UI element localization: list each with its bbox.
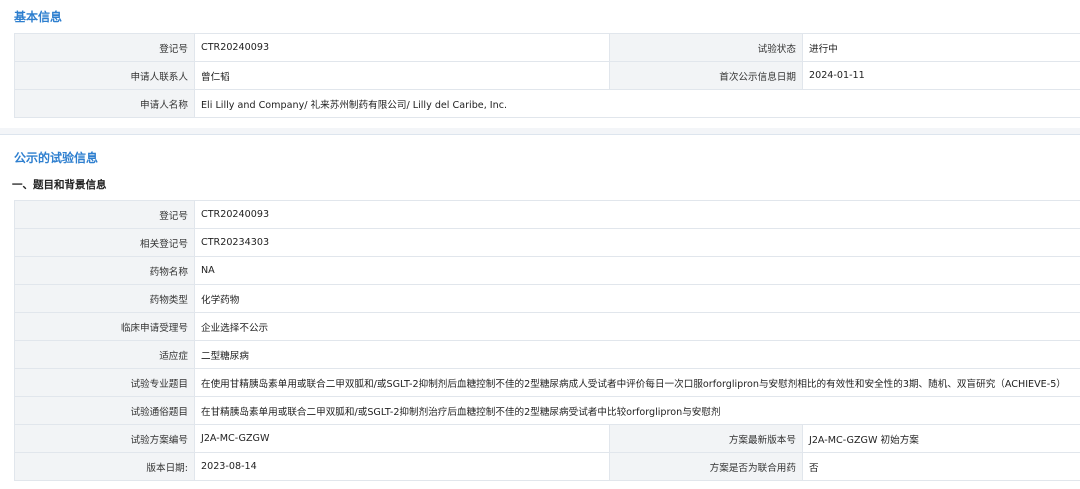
- field-label: 申请人名称: [14, 89, 195, 118]
- table-row: 版本日期: 2023-08-14 方案是否为联合用药 否: [14, 452, 1080, 481]
- field-value: 2023-08-14: [194, 452, 610, 481]
- field-value: 曾仁韬: [194, 61, 610, 90]
- field-label: 相关登记号: [14, 228, 195, 257]
- field-label: 试验通俗题目: [14, 396, 195, 425]
- section-subtitle: 一、题目和背景信息: [12, 179, 107, 191]
- field-value: 在使用甘精胰岛素单用或联合二甲双胍和/或SGLT-2抑制剂后血糖控制不佳的2型糖…: [193, 368, 1080, 397]
- table-row: 试验方案编号 J2A-MC-GZGW 方案最新版本号 J2A-MC-GZGW 初…: [14, 424, 1080, 453]
- table-row: 申请人名称 Eli Lilly and Company/ 礼来苏州制药有限公司/…: [14, 89, 1080, 118]
- field-value: 企业选择不公示: [193, 312, 1080, 341]
- field-value: J2A-MC-GZGW 初始方案: [801, 424, 1080, 453]
- basic-info-panel: 基本信息 登记号 CTR20240093 试验状态 进行中 申请人联系人 曾仁韬…: [0, 0, 1080, 128]
- field-label: 试验专业题目: [14, 368, 195, 397]
- field-value: 在甘精胰岛素单用或联合二甲双胍和/或SGLT-2抑制剂治疗后血糖控制不佳的2型糖…: [193, 396, 1080, 425]
- field-value: CTR20240093: [193, 200, 1080, 229]
- field-value: 否: [801, 452, 1080, 481]
- table-row: 药物类型 化学药物: [14, 284, 1080, 313]
- table-row: 试验专业题目 在使用甘精胰岛素单用或联合二甲双胍和/或SGLT-2抑制剂后血糖控…: [14, 368, 1080, 397]
- basic-info-table: 登记号 CTR20240093 试验状态 进行中 申请人联系人 曾仁韬 首次公示…: [14, 33, 1080, 118]
- field-value: 2024-01-11: [802, 61, 1080, 90]
- field-value: 二型糖尿病: [193, 340, 1080, 369]
- public-trial-info-panel: 公示的试验信息 一、题目和背景信息 登记号 CTR20240093 相关登记号 …: [0, 134, 1080, 489]
- trial-info-table: 登记号 CTR20240093 相关登记号 CTR20234303 药物名称 N…: [14, 200, 1080, 481]
- field-label: 申请人联系人: [14, 61, 195, 90]
- field-label: 首次公示信息日期: [609, 61, 803, 90]
- field-label: 临床申请受理号: [14, 312, 195, 341]
- public-info-title: 公示的试验信息: [14, 151, 99, 165]
- basic-info-title: 基本信息: [14, 10, 63, 24]
- field-label: 药物类型: [14, 284, 195, 313]
- table-row: 登记号 CTR20240093 试验状态 进行中: [14, 33, 1080, 62]
- field-label: 方案最新版本号: [609, 424, 803, 453]
- field-value: J2A-MC-GZGW: [194, 424, 610, 453]
- field-label: 版本日期:: [14, 452, 195, 481]
- field-value: Eli Lilly and Company/ 礼来苏州制药有限公司/ Lilly…: [194, 89, 1080, 118]
- field-value: CTR20240093: [194, 33, 610, 62]
- table-row: 临床申请受理号 企业选择不公示: [14, 312, 1080, 341]
- field-label: 药物名称: [14, 256, 195, 285]
- field-value: 进行中: [802, 33, 1080, 62]
- table-row: 申请人联系人 曾仁韬 首次公示信息日期 2024-01-11: [14, 61, 1080, 90]
- field-label: 登记号: [14, 200, 195, 229]
- table-row: 相关登记号 CTR20234303: [14, 228, 1080, 257]
- table-row: 登记号 CTR20240093: [14, 200, 1080, 229]
- field-label: 试验状态: [609, 33, 803, 62]
- field-label: 试验方案编号: [14, 424, 195, 453]
- field-value: CTR20234303: [193, 228, 1080, 257]
- table-row: 适应症 二型糖尿病: [14, 340, 1080, 369]
- field-value: NA: [193, 256, 1080, 285]
- field-value: 化学药物: [193, 284, 1080, 313]
- field-label: 适应症: [14, 340, 195, 369]
- field-label: 方案是否为联合用药: [609, 452, 803, 481]
- field-label: 登记号: [14, 33, 195, 62]
- table-row: 试验通俗题目 在甘精胰岛素单用或联合二甲双胍和/或SGLT-2抑制剂治疗后血糖控…: [14, 396, 1080, 425]
- table-row: 药物名称 NA: [14, 256, 1080, 285]
